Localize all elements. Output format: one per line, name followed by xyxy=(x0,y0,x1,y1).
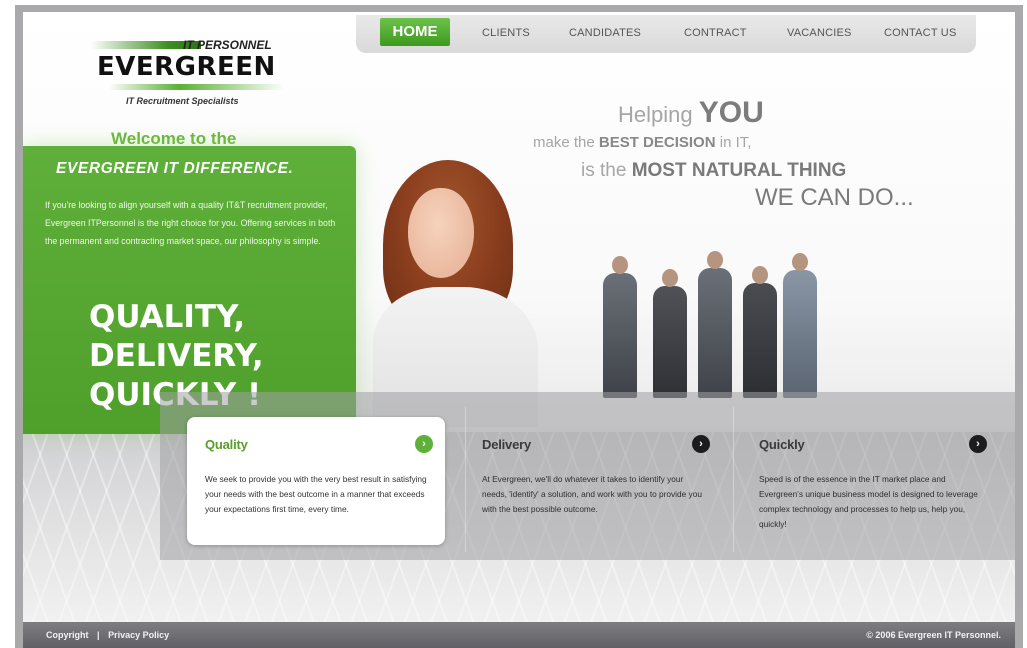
card-text: We seek to provide you with the very bes… xyxy=(205,474,427,514)
team-person xyxy=(743,266,777,398)
headline-l2-bold: BEST DECISION xyxy=(598,134,716,151)
headline-l1-bold: YOU xyxy=(698,96,764,129)
chevron-right-icon[interactable]: › xyxy=(415,435,433,453)
intro-text: If you're looking to align yourself with… xyxy=(45,200,336,246)
headline-l3-bold: MOST NATURAL THING xyxy=(631,160,847,181)
privacy-policy-link[interactable]: Privacy Policy xyxy=(108,630,169,640)
intro-panel: EVERGREEN IT DIFFERENCE. If you're looki… xyxy=(23,146,356,434)
nav-contact-us[interactable]: CONTACT US xyxy=(884,27,957,39)
nav-clients[interactable]: CLIENTS xyxy=(482,27,530,39)
headline-line-4: WE CAN DO... xyxy=(755,184,914,211)
card-delivery[interactable]: Delivery › At Evergreen, we'll do whatev… xyxy=(464,417,722,545)
logo[interactable]: IT PERSONNEL EVERGREEN IT Recruitment Sp… xyxy=(91,38,301,110)
card-title: Quality xyxy=(205,437,248,452)
slogan-quality: QUALITY, xyxy=(89,299,246,335)
nav-candidates[interactable]: CANDIDATES xyxy=(569,27,641,39)
card-title: Quickly xyxy=(759,437,805,452)
band-divider xyxy=(733,407,734,552)
team-person xyxy=(698,251,732,398)
headline-l3-pre: is the xyxy=(581,160,632,181)
footer: Copyright | Privacy Policy © 2006 Evergr… xyxy=(23,622,1015,648)
nav-vacancies[interactable]: VACANCIES xyxy=(787,27,852,39)
headline-line-2: make the BEST DECISION in IT, xyxy=(533,134,751,151)
main-nav: HOME CLIENTS CANDIDATES CONTRACT VACANCI… xyxy=(356,15,976,53)
page: HOME CLIENTS CANDIDATES CONTRACT VACANCI… xyxy=(23,12,1015,648)
team-person xyxy=(783,253,817,398)
chevron-right-icon[interactable]: › xyxy=(692,435,710,453)
footer-links: Copyright | Privacy Policy xyxy=(46,630,169,640)
card-title: Delivery xyxy=(482,437,531,452)
logo-big-text: EVERGREEN xyxy=(97,52,276,82)
nav-contract[interactable]: CONTRACT xyxy=(684,27,747,39)
headline-l2-post: in IT, xyxy=(715,134,752,151)
headline-line-3: is the MOST NATURAL THING xyxy=(581,160,846,182)
chevron-right-icon[interactable]: › xyxy=(969,435,987,453)
card-quality[interactable]: Quality › We seek to provide you with th… xyxy=(187,417,445,545)
team-person xyxy=(653,269,687,398)
headline-line-1: Helping YOU xyxy=(618,96,764,130)
logo-small-text: IT PERSONNEL xyxy=(183,38,272,52)
logo-tagline: IT Recruitment Specialists xyxy=(126,96,239,106)
card-text: At Evergreen, we'll do whatever it takes… xyxy=(482,474,702,514)
footer-copyright: © 2006 Evergreen IT Personnel. xyxy=(866,630,1001,640)
hero-woman-image xyxy=(363,152,538,427)
headline-l1-pre: Helping xyxy=(618,102,699,127)
intro-heading: EVERGREEN IT DIFFERENCE. xyxy=(56,160,294,177)
footer-separator: | xyxy=(97,630,100,640)
team-person xyxy=(603,256,637,398)
woman-face xyxy=(408,188,474,278)
card-quickly[interactable]: Quickly › Speed is of the essence in the… xyxy=(741,417,999,545)
headline-l2-pre: make the xyxy=(533,134,599,151)
logo-underline xyxy=(109,84,284,90)
team-image xyxy=(603,238,823,398)
copyright-link[interactable]: Copyright xyxy=(46,630,89,640)
slogan-delivery: DELIVERY, xyxy=(89,338,264,374)
card-text: Speed is of the essence in the IT market… xyxy=(759,474,978,529)
page-frame: HOME CLIENTS CANDIDATES CONTRACT VACANCI… xyxy=(15,5,1023,648)
nav-home[interactable]: HOME xyxy=(380,18,450,46)
